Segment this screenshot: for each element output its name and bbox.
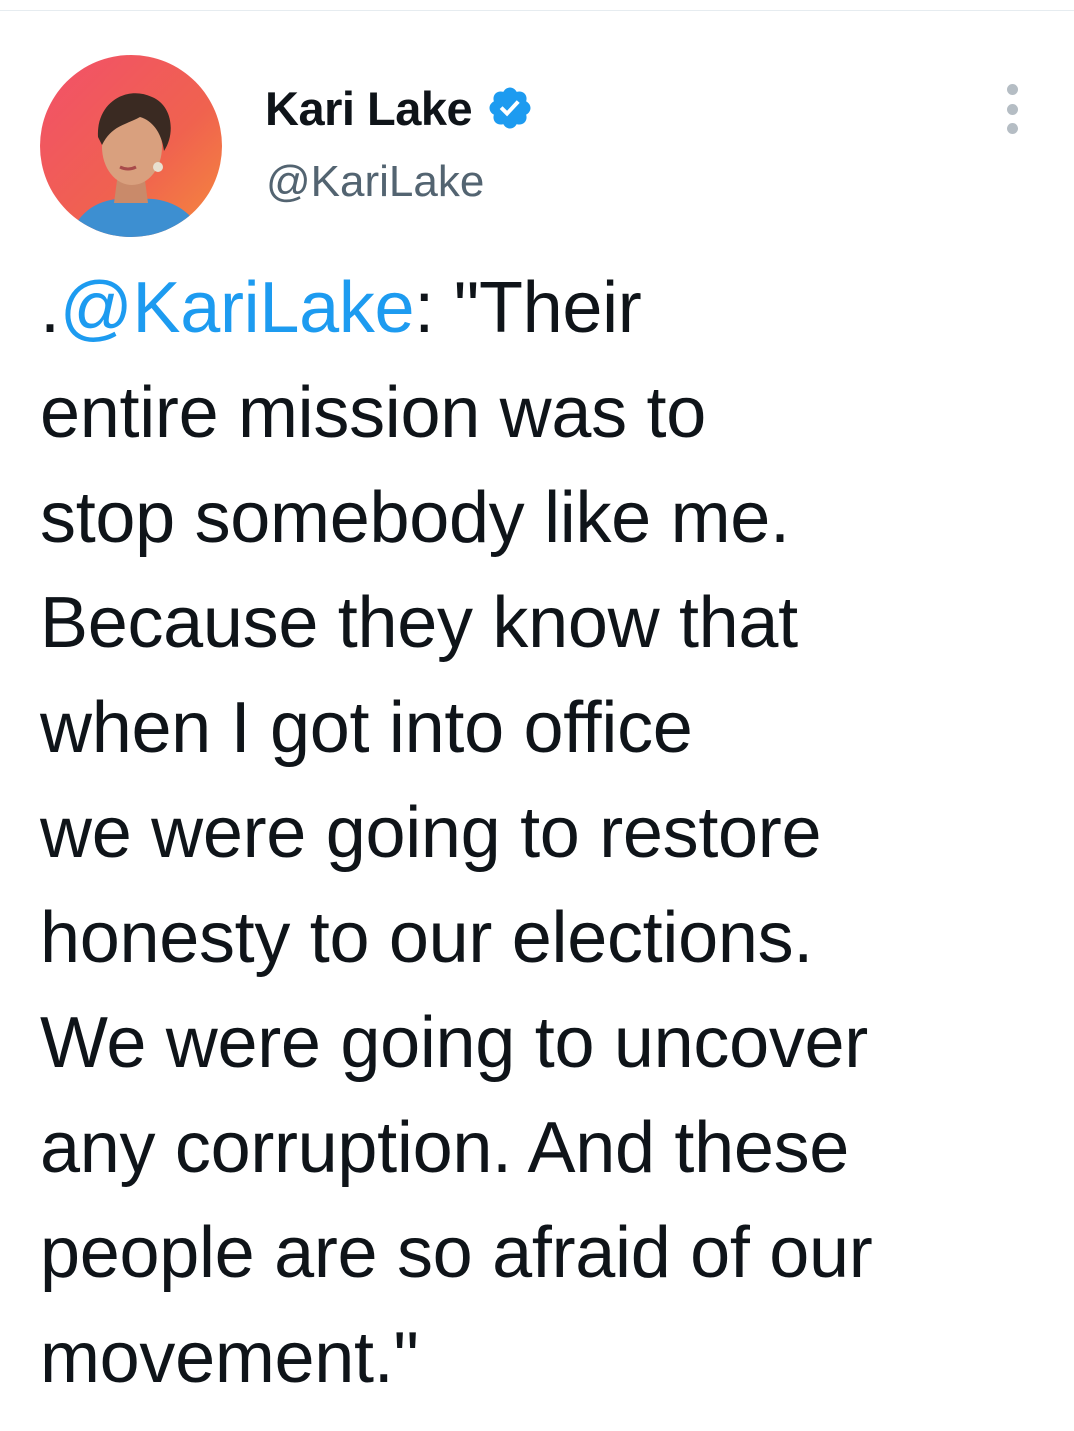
tweet-line-1: entire mission was to — [40, 373, 706, 453]
tweet-line: .@KariLake: "Their — [40, 256, 1050, 361]
author-handle[interactable]: @KariLake — [266, 160, 484, 204]
tweet-line-6: honesty to our elections. — [40, 898, 813, 978]
verified-badge-icon — [489, 87, 531, 129]
tweet-line-7: We were going to uncover — [40, 1003, 868, 1083]
tweet-prefix: . — [40, 268, 60, 348]
tweet-line-9: people are so afraid of our — [40, 1213, 873, 1293]
author-display-name[interactable]: Kari Lake — [265, 85, 473, 132]
more-dot — [1006, 84, 1018, 95]
tweet-line-0: : "Their — [414, 268, 642, 348]
author-avatar[interactable] — [40, 55, 222, 237]
more-dot — [1006, 123, 1018, 134]
mention-link[interactable]: @KariLake — [60, 268, 415, 348]
tweet-line-4: when I got into office — [40, 688, 693, 768]
top-divider — [0, 10, 1074, 11]
tweet-line-8: any corruption. And these — [40, 1108, 850, 1188]
tweet-line-10: movement." — [40, 1318, 419, 1398]
more-dot — [1006, 103, 1018, 115]
tweet-line-2: stop somebody like me. — [40, 478, 790, 558]
avatar-image — [40, 55, 222, 237]
author-name-row: Kari Lake — [265, 78, 534, 138]
tweet-line-5: we were going to restore — [40, 793, 822, 873]
tweet-text: .@KariLake: "Their entire mission was to… — [40, 256, 1050, 1411]
more-options-icon[interactable] — [996, 84, 1028, 134]
tweet-line-3: Because they know that — [40, 583, 798, 663]
